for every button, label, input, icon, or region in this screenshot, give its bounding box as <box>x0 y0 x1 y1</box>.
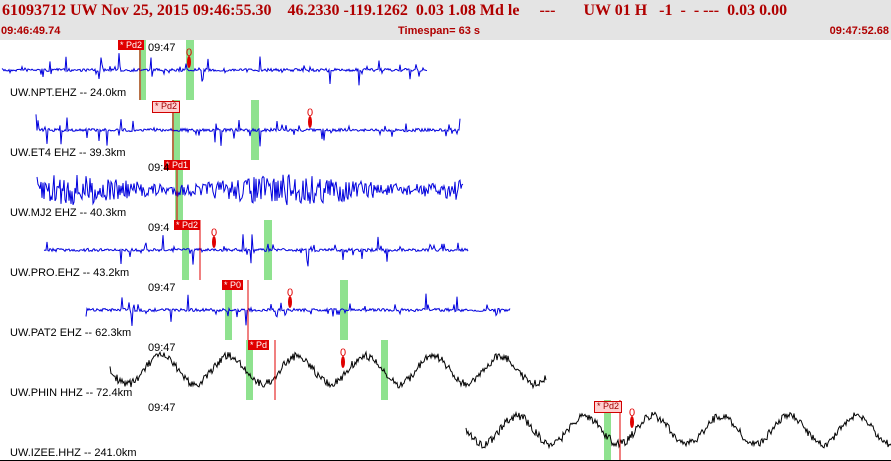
seismogram-panel[interactable]: * Pd1 09:4 UW.MJ2 EHZ -- 40.3km <box>0 160 891 221</box>
waveform-plot: 0 <box>35 100 461 160</box>
time-mark: 09:47 <box>148 402 176 414</box>
s-pick-label: 0 <box>340 347 346 359</box>
seismogram-panel[interactable]: 0 * Pd2 UW.ET4 EHZ -- 39.3km <box>0 100 891 161</box>
event-summary-title: 61093712 UW Nov 25, 2015 09:46:55.30 46.… <box>2 2 788 19</box>
timespan-label: Timespan= 63 s <box>398 25 481 37</box>
seismogram-panel[interactable]: 0 * Pd2 09:47 UW.NPT.EHZ -- 24.0km <box>0 40 891 101</box>
s-pick-label: 0 <box>287 287 293 299</box>
phase-pick-flag[interactable]: * P0 <box>222 280 244 290</box>
phase-pick-flag[interactable]: * Pd2 <box>594 401 623 413</box>
time-mark: 09:47 <box>148 342 176 354</box>
time-mark: 09:47 <box>148 42 176 54</box>
time-mark: 09:4 <box>148 222 170 234</box>
seismogram-panel[interactable]: 0 * Pd2 09:47 UW.IZEE.HHZ -- 241.0km <box>0 400 891 461</box>
phase-pick-flag[interactable]: * Pd2 <box>152 101 181 113</box>
seismogram-panel[interactable]: 0 * Pd2 09:4 UW.PRO.EHZ -- 43.2km <box>0 220 891 281</box>
channel-label: UW.ET4 EHZ -- 39.3km <box>10 147 126 159</box>
seismogram-panel[interactable]: 0 * Pd 09:47 UW.PHIN HHZ -- 72.4km <box>0 340 891 401</box>
seismogram-panel[interactable]: 0 * P0 09:47 UW.PAT2 EHZ -- 62.3km <box>0 280 891 341</box>
waveform-trace <box>1 53 428 86</box>
s-pick-label: 0 <box>211 227 217 239</box>
phase-pick-flag[interactable]: * Pd <box>248 340 270 350</box>
channel-label: UW.MJ2 EHZ -- 40.3km <box>10 207 127 219</box>
waveform-trace <box>109 350 547 390</box>
channel-label: UW.PRO.EHZ -- 43.2km <box>10 267 130 279</box>
waveform-plot <box>36 160 464 220</box>
waveform-trace <box>85 293 511 326</box>
s-pick-label: 0 <box>186 47 192 59</box>
event-header: 61093712 UW Nov 25, 2015 09:46:55.30 46.… <box>0 0 891 41</box>
waveform-plot: 0 <box>43 220 469 280</box>
phase-pick-flag[interactable]: * Pd2 <box>174 220 201 230</box>
phase-pick-flag[interactable]: * Pd2 <box>118 40 145 50</box>
channel-label: UW.PAT2 EHZ -- 62.3km <box>10 327 132 339</box>
waveform-trace <box>43 234 469 267</box>
s-pick-label: 0 <box>307 107 313 119</box>
time-mark: 09:4 <box>148 162 170 174</box>
s-pick-label: 0 <box>629 407 635 419</box>
waveform-trace <box>36 174 464 206</box>
channel-label: UW.NPT.EHZ -- 24.0km <box>10 87 127 99</box>
channel-label: UW.IZEE.HHZ -- 241.0km <box>10 447 137 459</box>
channel-label: UW.PHIN HHZ -- 72.4km <box>10 387 133 399</box>
end-time: 09:47:52.68 <box>829 25 889 37</box>
time-mark: 09:47 <box>148 282 176 294</box>
waveform-plot: 0 <box>109 340 547 400</box>
start-time: 09:46:49.74 <box>1 25 61 37</box>
waveform-trace <box>465 410 891 450</box>
waveform-trace <box>35 114 461 147</box>
seismogram-panels: 0 * Pd2 09:47 UW.NPT.EHZ -- 24.0km 0 * P… <box>0 40 891 461</box>
waveform-plot: 0 <box>85 280 511 340</box>
